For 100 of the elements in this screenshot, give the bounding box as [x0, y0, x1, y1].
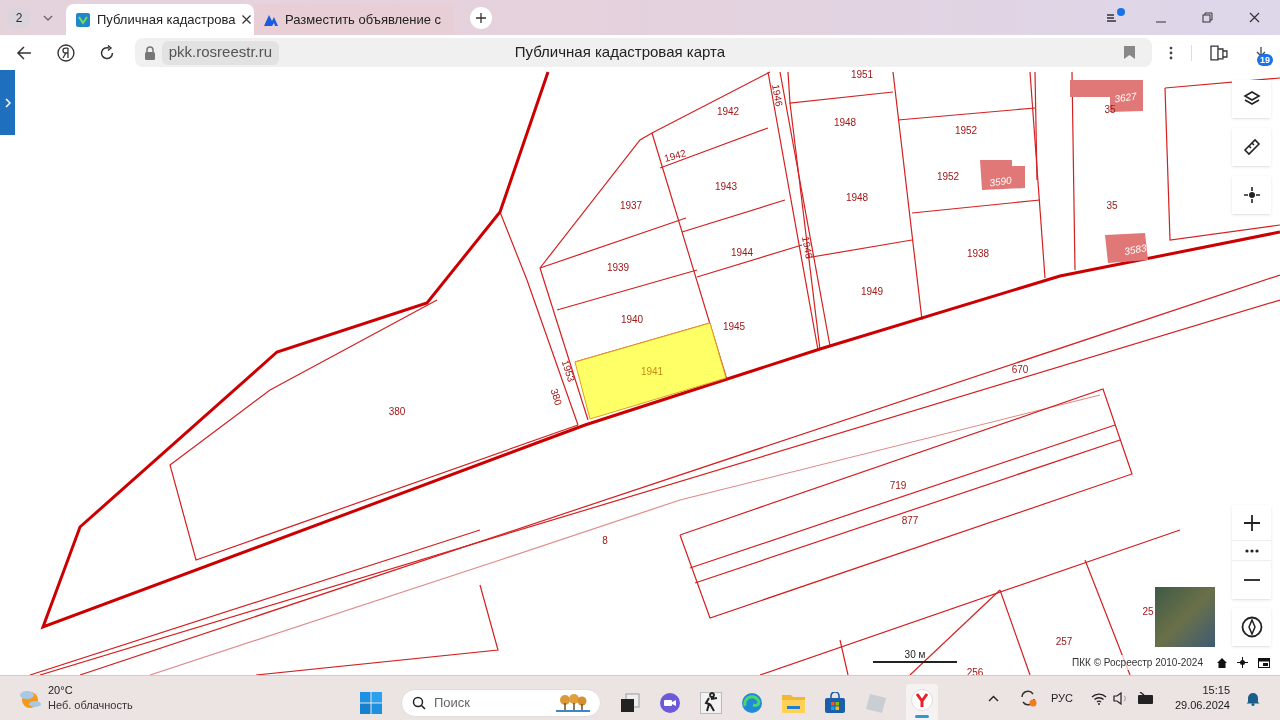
satellite-thumbnail[interactable]: [1155, 587, 1215, 647]
address-bar[interactable]: pkk.rosreestr.ru Публичная кадастровая карта: [134, 38, 1153, 67]
building-shape[interactable]: [1070, 80, 1143, 112]
dots-icon: [1244, 548, 1259, 553]
minus-icon: [1243, 579, 1260, 581]
back-arrow-icon[interactable]: [16, 44, 32, 61]
plus-icon: [475, 11, 487, 24]
task-view-icon[interactable]: [620, 693, 640, 713]
parcel-number: 1938: [966, 248, 990, 259]
parcel-number: 35: [1104, 104, 1116, 115]
search-icon: [412, 696, 426, 710]
parcel-number: 1943: [714, 181, 738, 192]
parcel-number: 1953: [559, 358, 577, 384]
parcel-number: 8: [602, 535, 608, 546]
parcel-number: 1946: [770, 83, 785, 108]
window-icon[interactable]: [1258, 657, 1270, 668]
language-indicator[interactable]: РУС: [1050, 689, 1073, 707]
video-chat-icon[interactable]: [659, 692, 681, 714]
circled-letter-icon[interactable]: [56, 43, 75, 62]
parcel-number: 1941: [640, 366, 664, 377]
wifi-icon[interactable]: [1090, 691, 1107, 705]
sidebar-toggle-button[interactable]: [0, 70, 15, 135]
compass-icon: [1240, 616, 1263, 638]
parcel-number: 1949: [860, 286, 884, 297]
parcel-number: 670: [1011, 364, 1029, 375]
parcel-number: 1939: [606, 262, 630, 273]
browser-tab[interactable]: Разместить объявление с: [254, 4, 454, 35]
building-number: 3627: [1113, 90, 1138, 105]
parcel-number: 257: [1055, 636, 1073, 647]
new-tab-button[interactable]: [470, 6, 492, 29]
page-title: Публичная кадастровая карта: [514, 42, 726, 63]
clock-date[interactable]: 29.06.2024: [1174, 698, 1230, 713]
ruler-button[interactable]: [1232, 128, 1271, 166]
url-domain[interactable]: pkk.rosreestr.ru: [161, 40, 280, 65]
battery-charging-icon[interactable]: [1136, 691, 1155, 705]
sync-icon[interactable]: [1018, 689, 1037, 707]
parcel-number: 1948: [845, 192, 869, 203]
shopping-bag-icon[interactable]: [824, 692, 846, 714]
tab-counter[interactable]: 2: [8, 7, 30, 28]
download-count-badge: 19: [1257, 53, 1274, 66]
locate-button[interactable]: [1232, 176, 1271, 214]
chevron-up-icon[interactable]: [987, 694, 999, 702]
scale-label: 30 м: [904, 649, 926, 661]
close-icon[interactable]: [242, 15, 252, 24]
compass-button[interactable]: [1232, 608, 1271, 646]
parcel-number: 380: [388, 406, 406, 417]
building-number: 3590: [988, 174, 1013, 189]
building-shape[interactable]: [980, 160, 1025, 190]
parcel-number: 1946: [800, 235, 815, 260]
extensions-icon[interactable]: [1210, 44, 1228, 61]
parcel-number: 877: [901, 515, 919, 526]
bell-icon[interactable]: [1246, 690, 1260, 706]
building-number: 3583: [1123, 242, 1148, 257]
parcel-number: 1945: [722, 321, 746, 332]
yandex-browser-button[interactable]: [906, 684, 938, 720]
tab-title: Разместить объявление с: [285, 10, 443, 29]
parcel-number: 1944: [730, 247, 754, 258]
layers-button[interactable]: [1232, 80, 1271, 118]
close-icon[interactable]: [1249, 12, 1260, 23]
parcel-number: 1937: [619, 200, 643, 211]
plus-icon: [1243, 514, 1260, 531]
site-icon: [76, 12, 90, 27]
kebab-menu-icon[interactable]: [1169, 45, 1174, 60]
attribution-text: ПКК © Росреестр 2010-2024: [1072, 655, 1203, 670]
bookmark-icon[interactable]: [1124, 46, 1136, 59]
parcel-number: 1942: [662, 147, 688, 164]
parcel-number: 1940: [620, 314, 644, 325]
parcel-number: 1948: [833, 117, 857, 128]
weather-text[interactable]: Неб. облачность: [48, 698, 133, 713]
clock-time[interactable]: 15:15: [1202, 683, 1230, 698]
parcel-number: 1942: [716, 106, 740, 117]
home-icon[interactable]: [1217, 657, 1227, 668]
tab-title: Публичная кадастрова: [97, 10, 236, 29]
layers-icon: [1242, 90, 1261, 108]
restore-icon[interactable]: [1202, 12, 1213, 23]
parcel-number: 380: [548, 387, 565, 407]
crosshair-icon[interactable]: [1237, 657, 1248, 668]
letter-y-logo-icon: [911, 688, 933, 711]
parcel-number: 1951: [850, 70, 874, 80]
folder-icon[interactable]: [782, 693, 805, 713]
parcel-number: 1952: [954, 125, 978, 136]
ruler-icon: [1242, 138, 1261, 156]
search-placeholder: Поиск: [434, 694, 472, 713]
chevron-right-icon: [3, 97, 12, 108]
figure-icon[interactable]: [700, 692, 722, 714]
site-icon: [264, 13, 278, 26]
browser-tab[interactable]: Публичная кадастрова: [66, 4, 254, 35]
parcel-number: 1952: [936, 171, 960, 182]
temperature-text[interactable]: 20°C: [48, 683, 133, 698]
lock-icon: [143, 45, 156, 60]
building-shape[interactable]: [1105, 233, 1148, 263]
edge-browser-icon[interactable]: [741, 692, 763, 714]
parcel-number: 719: [889, 480, 907, 491]
taskbar-search-field[interactable]: Поиск: [401, 689, 601, 717]
crosshair-icon: [1243, 187, 1260, 203]
speaker-icon[interactable]: [1112, 691, 1129, 705]
parcel-number: 35: [1106, 200, 1118, 211]
reload-icon[interactable]: [98, 44, 115, 61]
trees-icon: [556, 693, 590, 713]
parcel-number: 25: [1142, 606, 1154, 617]
